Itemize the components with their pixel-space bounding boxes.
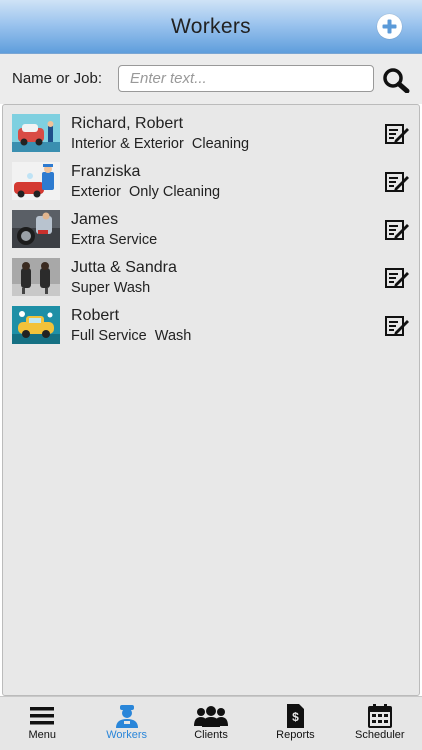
report-document-icon: $ bbox=[287, 704, 305, 728]
tab-workers[interactable]: Workers bbox=[84, 697, 168, 750]
workers-list: Richard, Robert Interior & Exterior Clea… bbox=[2, 104, 420, 696]
calendar-icon bbox=[367, 704, 392, 728]
search-button[interactable] bbox=[381, 67, 411, 94]
list-item[interactable]: James Extra Service bbox=[3, 205, 419, 253]
edit-worker-button[interactable] bbox=[382, 170, 410, 194]
worker-job: Super Wash bbox=[71, 280, 151, 296]
edit-note-icon bbox=[385, 220, 409, 240]
worker-job: Interior & Exterior Cleaning bbox=[71, 136, 250, 152]
tab-label: Scheduler bbox=[355, 729, 405, 741]
worker-name: Richard, Robert bbox=[71, 115, 184, 132]
worker-name: Jutta & Sandra bbox=[71, 259, 177, 276]
search-row: Name or Job: bbox=[0, 54, 422, 104]
search-icon bbox=[383, 68, 410, 94]
edit-worker-button[interactable] bbox=[382, 218, 410, 242]
list-item[interactable]: Robert Full Service Wash bbox=[3, 301, 419, 349]
page-title: Workers bbox=[171, 14, 251, 38]
search-input[interactable] bbox=[118, 65, 374, 92]
people-group-icon bbox=[194, 706, 229, 727]
worker-job: Exterior Only Cleaning bbox=[71, 184, 221, 200]
hamburger-menu-icon bbox=[30, 707, 55, 725]
worker-name: James bbox=[71, 211, 119, 228]
tab-reports[interactable]: $ Reports bbox=[253, 697, 337, 750]
header-bar: Workers bbox=[0, 0, 422, 54]
tab-menu[interactable]: Menu bbox=[0, 697, 84, 750]
edit-worker-button[interactable] bbox=[382, 314, 410, 338]
search-label: Name or Job: bbox=[12, 70, 103, 87]
worker-name: Robert bbox=[71, 307, 120, 324]
worker-job: Full Service Wash bbox=[71, 328, 192, 344]
list-item[interactable]: Franziska Exterior Only Cleaning bbox=[3, 157, 419, 205]
list-item[interactable]: Jutta & Sandra Super Wash bbox=[3, 253, 419, 301]
edit-note-icon bbox=[385, 316, 409, 336]
worker-job: Extra Service bbox=[71, 232, 158, 248]
edit-worker-button[interactable] bbox=[382, 122, 410, 146]
worker-photo bbox=[12, 162, 60, 200]
add-worker-button[interactable] bbox=[377, 14, 402, 39]
edit-note-icon bbox=[385, 124, 409, 144]
bottom-tab-bar: Menu Workers Clients $ Reports Scheduler bbox=[0, 696, 422, 750]
edit-note-icon bbox=[385, 172, 409, 192]
tab-label: Reports bbox=[276, 729, 315, 741]
plus-circle-icon bbox=[377, 14, 402, 39]
tab-label: Menu bbox=[28, 729, 56, 741]
edit-note-icon bbox=[385, 268, 409, 288]
worker-photo bbox=[12, 258, 60, 296]
tab-label: Clients bbox=[194, 729, 228, 741]
tab-label: Workers bbox=[106, 729, 147, 741]
tab-clients[interactable]: Clients bbox=[169, 697, 253, 750]
worker-name: Franziska bbox=[71, 163, 141, 180]
worker-photo bbox=[12, 114, 60, 152]
worker-photo bbox=[12, 306, 60, 344]
worker-icon bbox=[115, 705, 138, 728]
tab-scheduler[interactable]: Scheduler bbox=[338, 697, 422, 750]
svg-text:$: $ bbox=[293, 710, 300, 724]
edit-worker-button[interactable] bbox=[382, 266, 410, 290]
list-item[interactable]: Richard, Robert Interior & Exterior Clea… bbox=[3, 109, 419, 157]
worker-photo bbox=[12, 210, 60, 248]
